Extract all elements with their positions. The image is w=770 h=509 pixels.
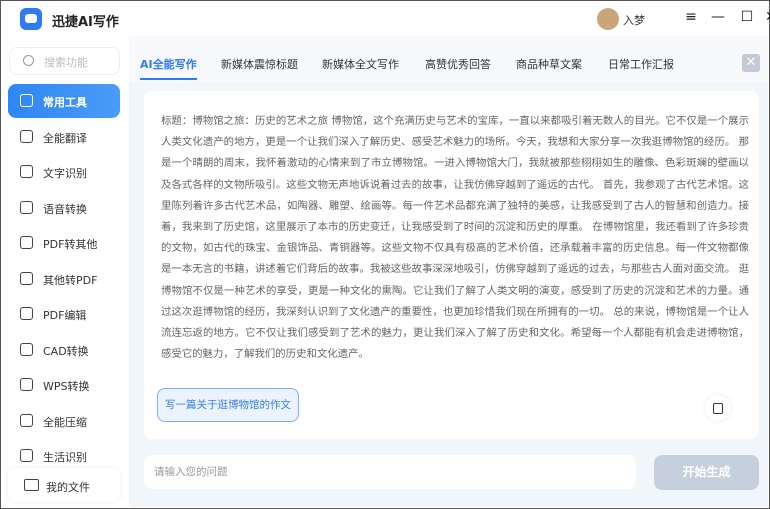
sidebar-item-label: 生活识别 (43, 451, 87, 464)
sidebar-item-label: 常用工具 (43, 96, 87, 109)
cad-icon (20, 342, 33, 356)
text-scan-icon (20, 165, 33, 178)
toolbox-icon (20, 94, 33, 107)
translate-icon (20, 129, 33, 143)
tab[interactable]: AI全能写作 (140, 56, 197, 80)
tab[interactable]: 新媒体全文写作 (322, 56, 399, 72)
sidebar-item[interactable]: 其他转PDF (8, 262, 120, 296)
restore-icon[interactable]: ☐ (738, 9, 756, 25)
sidebar-item-label: 全能压缩 (43, 415, 87, 429)
sidebar-item[interactable]: 语音转换 (8, 191, 120, 225)
sidebar-item-label: PDF转其他 (43, 238, 98, 251)
main-area: 入梦 ≡ — ☐ ✕ AI全能写作 新媒体震惊标题 新媒体全文写作 高赞优秀回答 商品种… (129, 2, 770, 507)
pdf-icon (20, 236, 33, 249)
my-files-label: 我的文件 (46, 481, 90, 494)
search-input[interactable]: 搜索功能 (9, 47, 120, 75)
app-window: 迅捷AI写作 搜索功能 常用工具全能翻译文字识别语音转换 PDF转其他 其他转PDF… (0, 0, 770, 509)
sidebar-item[interactable]: CAD转换 (8, 333, 120, 367)
menu-icon[interactable]: ≡ (682, 9, 700, 25)
to-pdf-icon (20, 271, 33, 285)
sidebar-item[interactable]: PDF转其他 (8, 226, 120, 260)
user-name[interactable]: 入梦 (623, 12, 645, 28)
sidebar-item[interactable]: 文字识别 (8, 155, 120, 189)
sidebar-item-label: CAD转换 (43, 344, 89, 358)
minimize-icon[interactable]: — (709, 9, 727, 25)
voice-icon (20, 200, 33, 214)
sidebar-item-label: 文字识别 (43, 167, 87, 180)
close-icon[interactable]: ✕ (762, 9, 770, 25)
sidebar-item[interactable]: PDF编辑 (8, 297, 120, 331)
tab-bar: AI全能写作 新媒体震惊标题 新媒体全文写作 高赞优秀回答 商品种草文案 日常工作汇报 ✕ (129, 36, 768, 82)
sidebar-item-label: 语音转换 (43, 202, 87, 216)
essay-text: 标题：博物馆之旅：历史的艺术之旅 博物馆，这个充满历史与艺术的宝库，一直以来都吸… (161, 115, 750, 361)
tab[interactable]: 新媒体震惊标题 (221, 56, 298, 72)
search-icon (23, 55, 34, 66)
sidebar-item[interactable]: 全能翻译 (8, 120, 120, 154)
tab[interactable]: 商品种草文案 (516, 56, 582, 72)
copy-icon[interactable] (705, 395, 731, 421)
app-title: 迅捷AI写作 (52, 15, 119, 30)
scan-icon (20, 449, 33, 462)
compress-icon (20, 413, 33, 427)
pdf-edit-icon (20, 307, 33, 320)
avatar[interactable] (597, 8, 619, 30)
my-files-button[interactable]: 我的文件 (8, 468, 120, 502)
sidebar: 迅捷AI写作 搜索功能 常用工具全能翻译文字识别语音转换 PDF转其他 其他转PDF… (2, 2, 129, 507)
sidebar-item-label: 全能翻译 (43, 131, 87, 145)
sidebar-item[interactable]: 全能压缩 (8, 404, 120, 438)
sidebar-item-label: PDF编辑 (43, 309, 87, 322)
close-tab-icon[interactable]: ✕ (742, 54, 760, 72)
search-placeholder: 搜索功能 (44, 56, 88, 69)
sidebar-item[interactable]: 常用工具 (8, 84, 120, 118)
sidebar-item-label: 其他转PDF (43, 273, 98, 287)
question-input[interactable] (144, 455, 636, 489)
tab[interactable]: 高赞优秀回答 (425, 56, 491, 72)
wps-icon (20, 378, 33, 391)
tab[interactable]: 日常工作汇报 (608, 56, 674, 72)
sidebar-item-label: WPS转换 (43, 380, 90, 393)
title-bar: 入梦 ≡ — ☐ ✕ (129, 2, 770, 36)
folder-icon (24, 479, 39, 491)
app-logo-icon (20, 8, 42, 30)
result-card: 标题：博物馆之旅：历史的艺术之旅 博物馆，这个充满历史与艺术的宝库，一直以来都吸… (144, 91, 759, 439)
prompt-chip[interactable]: 写一篇关于逛博物馆的作文 (157, 388, 299, 422)
sidebar-item[interactable]: WPS转换 (8, 368, 120, 402)
generate-button[interactable]: 开始生成 (654, 455, 759, 490)
